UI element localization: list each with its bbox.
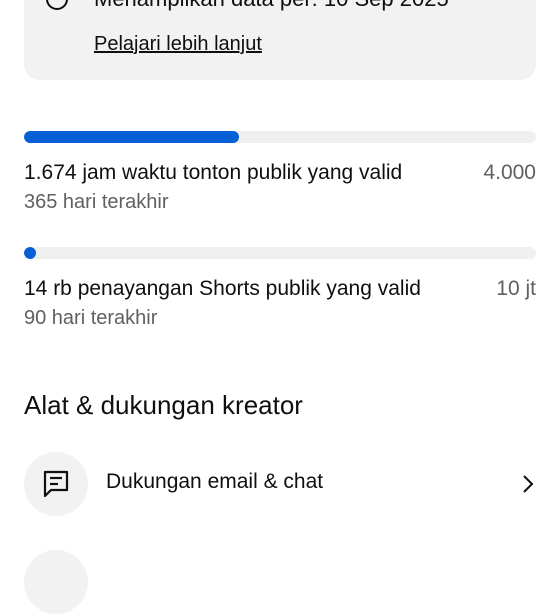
email-chat-support-label: Dukungan email & chat	[106, 470, 324, 493]
shorts-views-period: 90 hari terakhir	[24, 307, 158, 329]
data-date-info-card: Menampilkan data per: 10 Sep 2025 Pelaja…	[24, 0, 536, 80]
watch-hours-period: 365 hari terakhir	[24, 191, 169, 213]
learn-more-link[interactable]: Pelajari lebih lanjut	[94, 33, 262, 56]
email-chat-support-row[interactable]: Dukungan email & chat	[24, 452, 536, 516]
watch-hours-progress-bar	[24, 131, 536, 143]
chevron-right-icon	[523, 475, 534, 493]
chat-support-icon	[43, 470, 69, 498]
data-date-text: Menampilkan data per: 10 Sep 2025	[94, 0, 449, 12]
shorts-views-progress-fill	[24, 247, 36, 259]
info-icon	[46, 0, 68, 10]
watch-hours-label: 1.674 jam waktu tonton publik yang valid	[24, 161, 403, 184]
shorts-views-label: 14 rb penayangan Shorts publik yang vali…	[24, 277, 421, 300]
watch-hours-target: 4.000	[483, 161, 536, 184]
shorts-views-target: 10 jt	[496, 277, 536, 300]
shorts-views-progress-bar	[24, 247, 536, 259]
creator-tools-section-title: Alat & dukungan kreator	[24, 390, 303, 420]
watch-hours-progress-fill	[24, 131, 240, 143]
chat-support-icon-container	[24, 452, 88, 516]
